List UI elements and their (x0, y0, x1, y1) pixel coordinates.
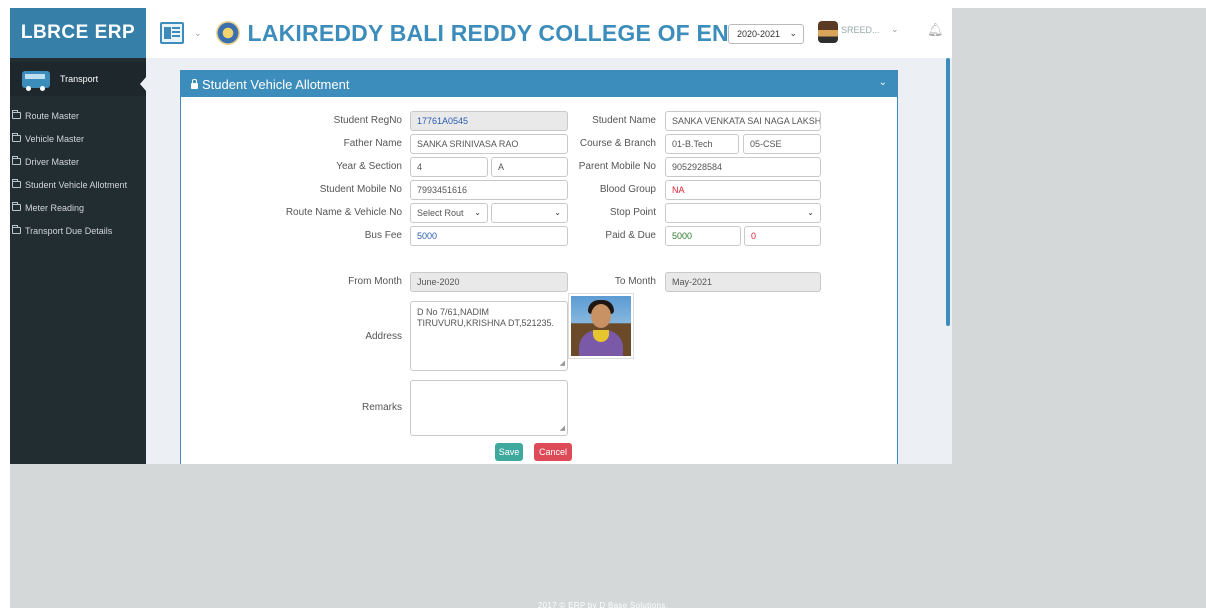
folder-icon (12, 179, 21, 188)
sidebar-item-student-vehicle-allotment[interactable]: Student Vehicle Allotment (10, 173, 146, 196)
sidebar-item-label: Transport Due Details (25, 225, 113, 236)
route-vehicle-label: Route Name & Vehicle No (285, 207, 402, 218)
stop-point-label: Stop Point (609, 207, 656, 218)
save-button[interactable]: Save (495, 443, 523, 461)
sidebar-item-label: Route Master (25, 110, 80, 121)
father-name-label: Father Name (343, 138, 402, 149)
resize-handle-icon[interactable]: ◢ (560, 423, 565, 434)
sidebar-module-label: Transport (60, 74, 99, 84)
panel-title: Student Vehicle Allotment (202, 76, 350, 92)
year-section-label: Year & Section (336, 161, 402, 172)
from-month-field[interactable]: June-2020 (410, 272, 568, 292)
resize-handle-icon[interactable]: ◢ (560, 358, 565, 369)
academic-year-value: 2020-2021 (737, 29, 781, 39)
sidebar-item-route-master[interactable]: Route Master (10, 104, 146, 127)
student-name-field[interactable]: SANKA VENKATA SAI NAGA LAKSH (665, 111, 821, 131)
sidebar-menu: Route Master Vehicle Master Driver Maste… (10, 104, 146, 242)
paid-field[interactable]: 5000 (665, 226, 741, 246)
sidebar-item-label: Meter Reading (25, 202, 85, 213)
user-avatar[interactable] (818, 21, 838, 43)
blood-group-field[interactable]: NA (665, 180, 821, 200)
sidebar-item-vehicle-master[interactable]: Vehicle Master (10, 127, 146, 150)
course-field[interactable]: 01-B.Tech (665, 134, 739, 154)
right-gray-area (952, 8, 1206, 608)
sidebar-item-label: Student Vehicle Allotment (25, 179, 128, 190)
remarks-label: Remarks (361, 402, 402, 413)
address-textarea[interactable]: D No 7/61,NADIM TIRUVURU,KRISHNA DT,5212… (410, 301, 568, 371)
section-field[interactable]: A (491, 157, 568, 177)
bus-fee-field[interactable]: 5000 (410, 226, 568, 246)
reg-no-field[interactable]: 17761A0545 (410, 111, 568, 131)
course-branch-label: Course & Branch (579, 138, 656, 149)
year-field[interactable]: 4 (410, 157, 488, 177)
folder-icon (12, 202, 21, 211)
chevron-down-icon: ⌄ (554, 208, 561, 217)
parent-mobile-label: Parent Mobile No (578, 161, 656, 172)
lock-icon (191, 78, 198, 89)
chevron-down-icon[interactable]: ⌄ (194, 28, 202, 39)
sidebar: Transport Route Master Vehicle Master Dr… (10, 58, 147, 464)
from-month-label: From Month (348, 276, 402, 287)
route-select[interactable]: Select Rout ⌄ (410, 203, 488, 223)
student-mobile-field[interactable]: 7993451616 (410, 180, 568, 200)
bus-fee-label: Bus Fee (364, 230, 402, 241)
user-name[interactable]: SREED... (841, 25, 880, 35)
bell-icon[interactable]: 🔔︎ (927, 22, 944, 38)
chevron-down-icon: ⌄ (807, 208, 814, 217)
sidebar-item-label: Vehicle Master (25, 133, 85, 144)
chevron-down-icon: ⌄ (789, 28, 797, 38)
sidebar-item-transport-due-details[interactable]: Transport Due Details (10, 219, 146, 242)
address-label: Address (365, 331, 402, 342)
remarks-textarea[interactable]: ◢ (410, 380, 568, 436)
college-name: LAKIREDDY BALI REDDY COLLEGE OF ENGG (247, 19, 766, 46)
folder-icon (12, 110, 21, 119)
vehicle-select[interactable]: ⌄ (491, 203, 568, 223)
scrollbar[interactable] (946, 58, 950, 326)
student-mobile-label: Student Mobile No (319, 184, 402, 195)
blood-group-label: Blood Group (599, 184, 656, 195)
footer-text: 2017 © ERP by D Base Solutions. (537, 601, 669, 610)
student-name-label: Student Name (592, 115, 656, 126)
folder-icon (12, 133, 21, 142)
branch-field[interactable]: 05-CSE (743, 134, 821, 154)
stop-point-select[interactable]: ⌄ (665, 203, 821, 223)
to-month-label: To Month (614, 276, 656, 287)
bottom-gray-area (10, 464, 952, 608)
collapse-chevron-icon[interactable]: ⌄ (879, 77, 887, 88)
user-menu-chevron-icon[interactable]: ⌄ (891, 24, 899, 35)
paid-due-label: Paid & Due (605, 230, 656, 241)
folder-icon (12, 156, 21, 165)
sidebar-item-label: Driver Master (25, 156, 80, 167)
route-select-value: Select Rout (417, 208, 464, 218)
academic-year-select[interactable]: 2020-2021 ⌄ (728, 24, 804, 44)
folder-icon (12, 225, 21, 234)
due-field[interactable]: 0 (744, 226, 821, 246)
menu-toggle-icon[interactable] (160, 22, 184, 44)
to-month-field[interactable]: May-2021 (665, 272, 821, 292)
top-bar: ⌄ LAKIREDDY BALI REDDY COLLEGE OF ENGG 2… (146, 8, 952, 58)
father-name-field[interactable]: SANKA SRINIVASA RAO (410, 134, 568, 154)
cancel-button[interactable]: Cancel (534, 443, 572, 461)
college-emblem-icon (215, 21, 240, 45)
address-text: D No 7/61,NADIM TIRUVURU,KRISHNA DT,5212… (417, 307, 555, 328)
chevron-down-icon: ⌄ (474, 208, 481, 217)
bus-icon (22, 70, 50, 91)
sidebar-module-header[interactable]: Transport (10, 62, 147, 96)
sidebar-item-meter-reading[interactable]: Meter Reading (10, 196, 146, 219)
brand-logo[interactable]: LBRCE ERP (10, 8, 146, 58)
sidebar-item-driver-master[interactable]: Driver Master (10, 150, 146, 173)
panel-header: Student Vehicle Allotment ⌄ (181, 71, 897, 97)
parent-mobile-field[interactable]: 9052928584 (665, 157, 821, 177)
student-photo (568, 293, 634, 359)
reg-no-label: Student RegNo (333, 115, 402, 126)
